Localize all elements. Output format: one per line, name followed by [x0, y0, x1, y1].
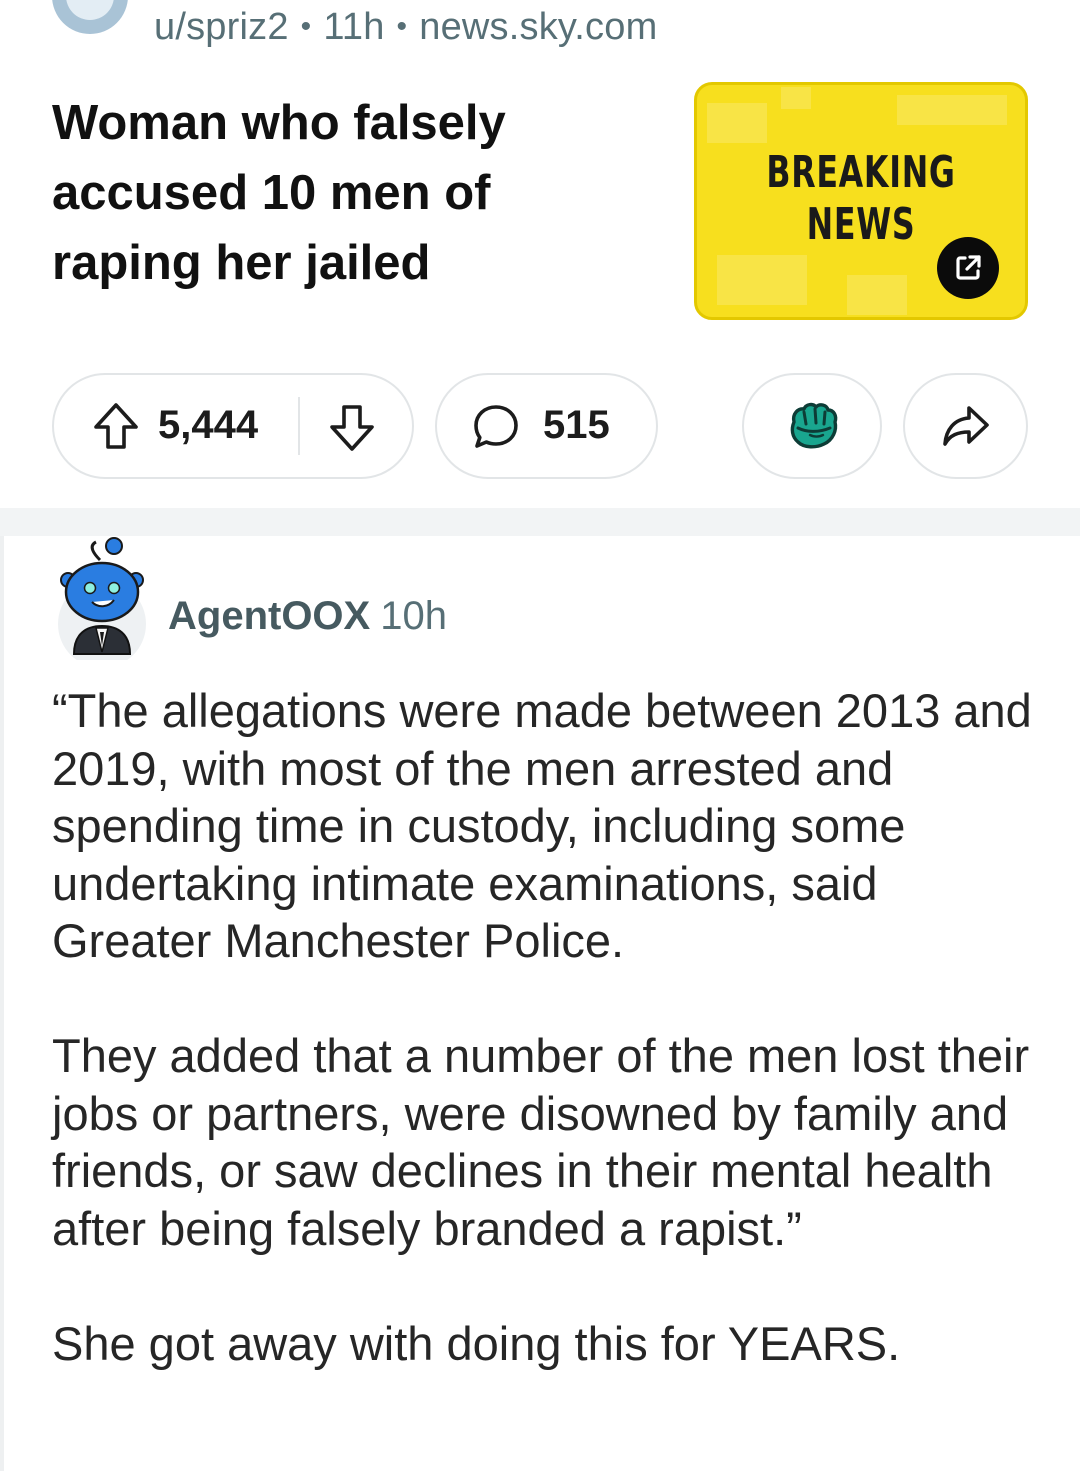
award-fist-icon — [786, 400, 840, 457]
comment-body: “The allegations were made between 2013 … — [52, 682, 1042, 1430]
downvote-arrow-icon[interactable] — [328, 403, 376, 458]
post-meta: u/spriz2 • 11h • news.sky.com — [154, 6, 657, 49]
comment-paragraph: They added that a number of the men lost… — [52, 1029, 1030, 1255]
comment-paragraph: “The allegations were made between 2013 … — [52, 684, 1032, 967]
share-button[interactable] — [903, 373, 1028, 479]
thumbnail-line-2: NEWS — [806, 199, 916, 250]
vote-count: 5,444 — [158, 403, 259, 447]
thumbnail-texture — [717, 255, 807, 305]
thumbnail-headline: BREAKING NEWS — [743, 147, 979, 251]
comment-meta: AgentOOX 10h — [168, 594, 447, 639]
thumbnail-texture — [897, 95, 1007, 125]
post-card[interactable]: u/spriz2 • 11h • news.sky.com Woman who fals… — [0, 0, 1080, 508]
speech-bubble-icon — [471, 402, 521, 457]
upvote-arrow-icon[interactable] — [92, 401, 140, 456]
post-domain[interactable]: news.sky.com — [419, 6, 657, 48]
thumbnail-texture — [781, 87, 811, 109]
section-divider — [0, 508, 1080, 536]
share-arrow-icon — [941, 404, 991, 453]
post-age: 11h — [323, 6, 385, 48]
thumbnail-line-1: BREAKING — [766, 147, 956, 198]
award-button[interactable] — [742, 373, 882, 479]
comment-author[interactable]: AgentOOX — [168, 594, 370, 638]
commenter-avatar[interactable] — [52, 534, 152, 668]
thumbnail-texture — [707, 103, 767, 143]
post-title[interactable]: Woman who falsely accused 10 men of rapi… — [52, 88, 612, 298]
comment-paragraph: She got away with doing this for YEARS. — [52, 1316, 901, 1370]
meta-separator: • — [300, 10, 312, 43]
thumbnail-texture — [847, 275, 907, 315]
community-icon[interactable] — [52, 0, 128, 34]
comment-age: 10h — [380, 594, 447, 638]
link-thumbnail[interactable]: BREAKING NEWS — [694, 82, 1028, 320]
vote-bar: 5,444 — [52, 373, 414, 479]
meta-separator: • — [396, 10, 408, 43]
comments-button[interactable]: 515 — [435, 373, 658, 479]
vote-divider — [298, 397, 300, 455]
comment-count: 515 — [543, 403, 610, 447]
external-link-icon[interactable] — [937, 237, 999, 299]
post-author[interactable]: u/spriz2 — [154, 6, 289, 48]
